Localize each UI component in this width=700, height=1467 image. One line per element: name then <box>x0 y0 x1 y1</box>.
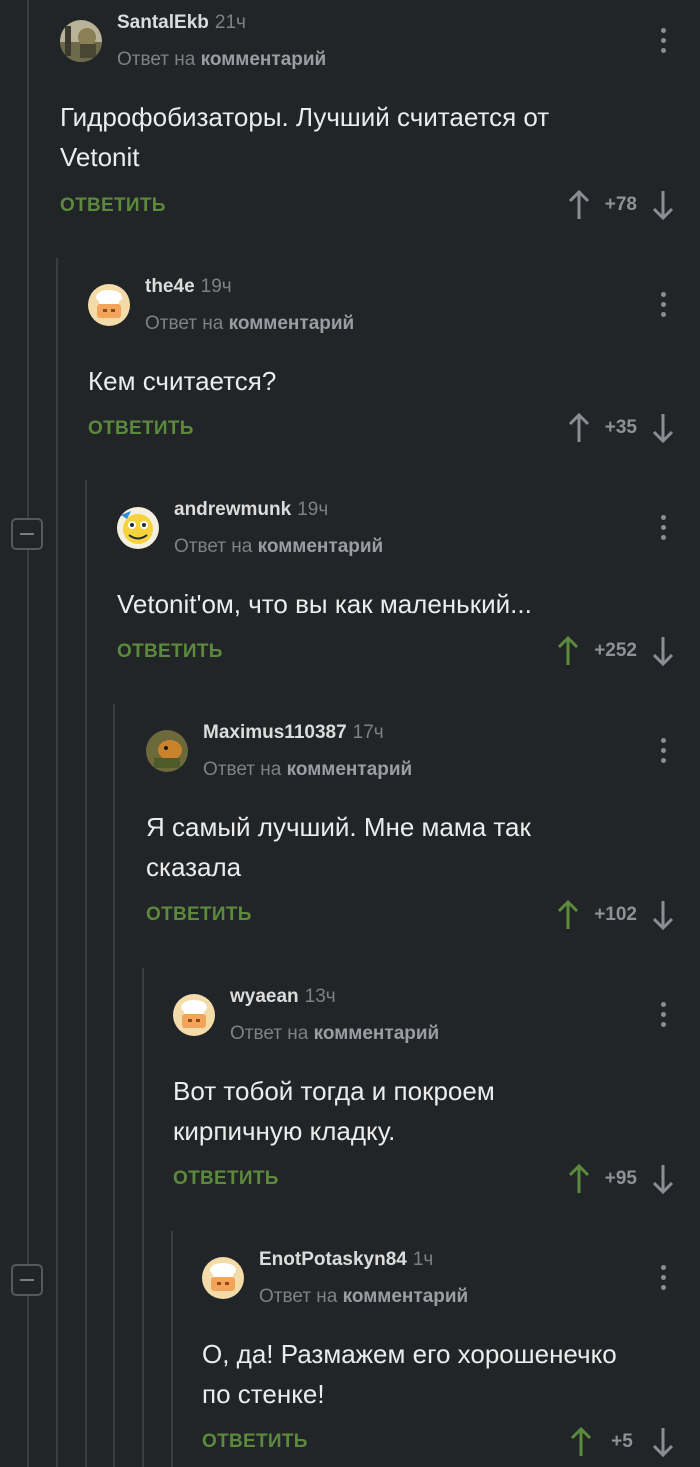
comment: SantalEkb 21ч Ответ на комментарий Гидроф… <box>60 0 700 240</box>
user-avatar[interactable] <box>117 507 159 549</box>
reply-to-label: Ответ на комментарий <box>145 313 355 334</box>
parent-comment-link[interactable]: комментарий <box>258 536 384 557</box>
username[interactable]: andrewmunk 19ч <box>174 499 328 521</box>
thread-line <box>85 480 87 1467</box>
comment-text: Гидрофобизаторы. Лучший считается от Veto… <box>60 102 550 172</box>
upvote-icon[interactable] <box>569 1426 593 1458</box>
reply-button[interactable]: ОТВЕТИТЬ <box>173 1168 279 1190</box>
upvote-icon[interactable] <box>556 635 580 667</box>
comment-time: 17ч <box>352 722 384 743</box>
reply-button[interactable]: ОТВЕТИТЬ <box>202 1431 308 1453</box>
comment-text: О, да! Размажем его хорошенечко по стенке… <box>202 1339 617 1409</box>
comment-time: 13ч <box>304 986 336 1007</box>
upvote-icon[interactable] <box>567 189 591 221</box>
comment-time: 19ч <box>200 276 232 297</box>
thread-line <box>113 704 115 1467</box>
downvote-icon[interactable] <box>651 635 675 667</box>
more-options-icon[interactable] <box>661 292 667 322</box>
thread-line <box>27 0 29 1467</box>
username[interactable]: EnotPotaskyn84 1ч <box>259 1249 433 1271</box>
user-avatar[interactable] <box>60 20 102 62</box>
comment-text: Вот тобой тогда и покроем кирпичную кладк… <box>173 1076 495 1146</box>
upvote-icon[interactable] <box>556 899 580 931</box>
vote-controls: +95 <box>567 1162 675 1196</box>
downvote-icon[interactable] <box>651 1426 675 1458</box>
username[interactable]: wyaean 13ч <box>230 986 336 1008</box>
comment-text: Vetonit'ом, что вы как маленький... <box>117 589 532 619</box>
reply-to-label: Ответ на комментарий <box>203 759 413 780</box>
thread-line <box>142 968 144 1467</box>
reply-button[interactable]: ОТВЕТИТЬ <box>88 418 194 440</box>
comment-time: 1ч <box>412 1249 434 1270</box>
vote-controls: +102 <box>556 898 675 932</box>
more-options-icon[interactable] <box>661 1265 667 1295</box>
vote-controls: +252 <box>556 634 675 668</box>
vote-controls: +5 <box>569 1425 675 1459</box>
parent-comment-link[interactable]: комментарий <box>314 1023 440 1044</box>
vote-score: +102 <box>594 904 637 925</box>
reply-to-label: Ответ на комментарий <box>259 1286 469 1307</box>
vote-controls: +78 <box>567 188 675 222</box>
vote-score: +252 <box>594 640 637 661</box>
parent-comment-link[interactable]: комментарий <box>343 1286 469 1307</box>
more-options-icon[interactable] <box>661 28 667 58</box>
vote-score: +35 <box>604 417 637 438</box>
parent-comment-link[interactable]: комментарий <box>201 49 327 70</box>
vote-controls: +35 <box>567 411 675 445</box>
downvote-icon[interactable] <box>651 189 675 221</box>
comment-time: 21ч <box>214 12 246 33</box>
user-avatar[interactable] <box>202 1257 244 1299</box>
reply-button[interactable]: ОТВЕТИТЬ <box>117 641 223 663</box>
comment-time: 19ч <box>297 499 329 520</box>
user-avatar[interactable] <box>146 730 188 772</box>
thread-line <box>56 258 58 1467</box>
downvote-icon[interactable] <box>651 899 675 931</box>
thread-line <box>171 1231 173 1467</box>
more-options-icon[interactable] <box>661 1002 667 1032</box>
collapse-thread-button[interactable] <box>11 1264 43 1296</box>
username[interactable]: Maximus110387 17ч <box>203 722 384 744</box>
upvote-icon[interactable] <box>567 412 591 444</box>
downvote-icon[interactable] <box>651 1163 675 1195</box>
reply-button[interactable]: ОТВЕТИТЬ <box>60 195 166 217</box>
vote-score: +78 <box>604 194 637 215</box>
more-options-icon[interactable] <box>661 738 667 768</box>
comment: Maximus110387 17ч Ответ на комментарий Я … <box>146 710 700 950</box>
parent-comment-link[interactable]: комментарий <box>229 313 355 334</box>
comment: the4e 19ч Ответ на комментарий Кем считае… <box>88 264 700 464</box>
comment-text: Я самый лучший. Мне мама так сказала <box>146 812 531 882</box>
comment-text: Кем считается? <box>88 366 277 396</box>
collapse-thread-button[interactable] <box>11 518 43 550</box>
upvote-icon[interactable] <box>567 1163 591 1195</box>
more-options-icon[interactable] <box>661 515 667 545</box>
vote-score: +5 <box>611 1431 633 1452</box>
comment: wyaean 13ч Ответ на комментарий Вот тобой… <box>173 974 700 1214</box>
reply-to-label: Ответ на комментарий <box>117 49 327 70</box>
downvote-icon[interactable] <box>651 412 675 444</box>
comment: EnotPotaskyn84 1ч Ответ на комментарий О,… <box>202 1237 700 1467</box>
reply-button[interactable]: ОТВЕТИТЬ <box>146 904 252 926</box>
comment: andrewmunk 19ч Ответ на комментарий Veton… <box>117 487 700 687</box>
user-avatar[interactable] <box>88 284 130 326</box>
reply-to-label: Ответ на комментарий <box>230 1023 440 1044</box>
vote-score: +95 <box>604 1168 637 1189</box>
username[interactable]: SantalEkb 21ч <box>117 12 246 34</box>
parent-comment-link[interactable]: комментарий <box>287 759 413 780</box>
user-avatar[interactable] <box>173 994 215 1036</box>
reply-to-label: Ответ на комментарий <box>174 536 384 557</box>
username[interactable]: the4e 19ч <box>145 276 232 298</box>
